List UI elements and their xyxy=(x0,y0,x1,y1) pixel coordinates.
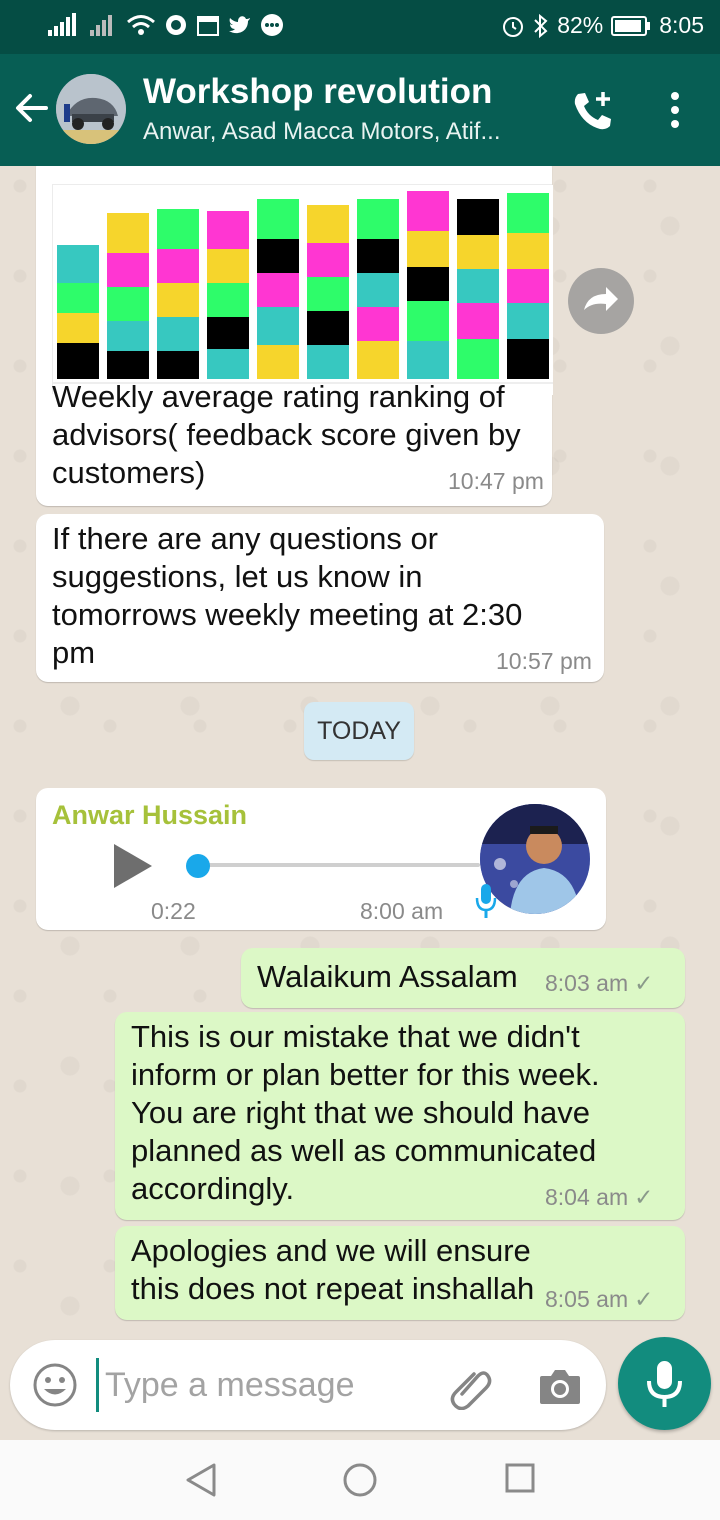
message-time: 8:05 am ✓ xyxy=(545,1286,654,1312)
status-bar: 82% 8:05 xyxy=(0,0,720,54)
ranking-chart-thumbnail xyxy=(53,185,553,395)
message-time: 8:03 am ✓ xyxy=(545,970,654,996)
chat-area[interactable]: Weekly average rating ranking of advisor… xyxy=(0,166,720,1340)
status-time: 8:05 xyxy=(659,12,704,38)
audio-seek-handle[interactable] xyxy=(186,854,210,878)
chat-header: Workshop revolution Anwar, Asad Macca Mo… xyxy=(0,54,720,166)
car-photo xyxy=(56,74,126,144)
back-arrow-icon[interactable] xyxy=(12,88,52,128)
message-text: If there are any questions or suggestion… xyxy=(52,521,523,670)
nav-home-icon[interactable] xyxy=(342,1462,378,1498)
date-divider: TODAY xyxy=(304,702,414,760)
nav-back-icon[interactable] xyxy=(184,1462,218,1498)
attachment-icon[interactable] xyxy=(448,1364,494,1410)
signal-2-icon xyxy=(90,15,112,36)
forward-icon[interactable] xyxy=(568,268,634,334)
incoming-message[interactable]: If there are any questions or suggestion… xyxy=(36,514,604,682)
calendar-icon xyxy=(197,16,219,36)
message-time: 10:57 pm xyxy=(496,648,592,674)
bluetooth-icon xyxy=(534,13,548,38)
microphone-icon xyxy=(475,884,497,918)
shared-image[interactable] xyxy=(52,184,553,395)
system-nav-bar xyxy=(0,1440,720,1520)
message-text: Walaikum Assalam xyxy=(257,959,518,994)
sent-tick-icon: ✓ xyxy=(634,970,654,996)
alarm-app-icon xyxy=(166,15,186,35)
voice-record-button[interactable] xyxy=(618,1337,711,1430)
microphone-icon xyxy=(647,1361,682,1407)
chat-bubble-icon xyxy=(261,14,283,36)
audio-progress-track[interactable] xyxy=(196,863,480,867)
message-composer xyxy=(10,1340,606,1430)
outgoing-message[interactable]: Apologies and we will ensure this does n… xyxy=(115,1226,685,1320)
play-icon[interactable] xyxy=(114,844,152,888)
wifi-icon xyxy=(127,15,155,35)
camera-icon[interactable] xyxy=(538,1366,582,1406)
chat-title[interactable]: Workshop revolution xyxy=(143,72,492,112)
outgoing-message[interactable]: Walaikum Assalam 8:03 am ✓ xyxy=(241,948,685,1008)
more-options-icon[interactable] xyxy=(660,90,690,130)
message-text: This is our mistake that we didn't infor… xyxy=(131,1019,600,1206)
message-input[interactable] xyxy=(96,1358,426,1412)
chat-participants[interactable]: Anwar, Asad Macca Motors, Atif... xyxy=(143,118,500,146)
nav-recents-icon[interactable] xyxy=(504,1462,536,1494)
message-time: 8:00 am xyxy=(360,898,444,924)
message-time: 8:04 am ✓ xyxy=(545,1184,654,1210)
message-time: 10:47 pm xyxy=(448,468,544,494)
outgoing-message[interactable]: This is our mistake that we didn't infor… xyxy=(115,1012,685,1220)
image-message[interactable]: Weekly average rating ranking of advisor… xyxy=(36,166,553,506)
alarm-icon xyxy=(503,16,524,37)
emoji-icon[interactable] xyxy=(32,1362,78,1408)
sent-tick-icon: ✓ xyxy=(634,1184,654,1210)
battery-percent: 82% xyxy=(557,12,604,38)
message-text: Apologies and we will ensure this does n… xyxy=(131,1233,535,1306)
twitter-icon xyxy=(229,16,250,34)
sent-tick-icon: ✓ xyxy=(634,1286,654,1312)
add-call-icon[interactable] xyxy=(570,88,616,134)
group-avatar[interactable] xyxy=(56,74,126,144)
sender-name[interactable]: Anwar Hussain xyxy=(52,800,247,831)
signal-icon xyxy=(48,13,76,36)
voice-message[interactable]: Anwar Hussain 0:22 8:00 am xyxy=(36,788,606,930)
voice-duration: 0:22 xyxy=(151,898,196,924)
battery-icon xyxy=(611,15,651,36)
